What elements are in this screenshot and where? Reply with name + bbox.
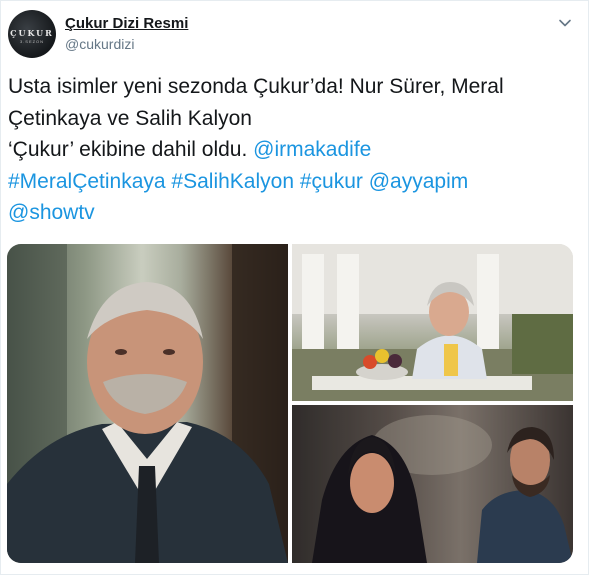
mention-ayyapim[interactable]: @ayyapim	[369, 170, 469, 193]
tweet-line-2: Çetinkaya ve Salih Kalyon	[8, 106, 252, 130]
media-grid	[7, 244, 573, 563]
tweet-text: Usta isimler yeni sezonda Çukur’da! Nur …	[8, 71, 578, 229]
photo-nur-surer[interactable]	[292, 244, 573, 401]
photo-meral-cetinkaya[interactable]	[292, 405, 573, 563]
avatar-logo-subtext: 3.SEZON	[19, 39, 45, 44]
tweet-line-1: Usta isimler yeni sezonda Çukur’da! Nur …	[8, 75, 504, 98]
tweet-line-4: #MeralÇetinkaya #SalihKalyon #çukur @ayy…	[8, 166, 578, 198]
tweet-line-5: @showtv	[8, 197, 578, 229]
hashtag-meralcetinkaya[interactable]: #MeralÇetinkaya	[8, 170, 166, 193]
tweet-line-3-text: ‘Çukur’ ekibine dahil oldu.	[8, 138, 254, 161]
photo-1-illustration	[7, 244, 288, 563]
display-name[interactable]: Çukur Dizi Resmi	[65, 15, 188, 32]
hashtag-cukur[interactable]: #çukur	[300, 170, 363, 193]
tweet-line-3: ‘Çukur’ ekibine dahil oldu. @irmakadife	[8, 134, 578, 166]
avatar[interactable]: ÇUKUR 3.SEZON	[8, 10, 56, 58]
photo-3-illustration	[292, 405, 573, 563]
chevron-down-icon[interactable]	[557, 15, 573, 31]
photo-salih-kalyon[interactable]	[7, 244, 288, 563]
hashtag-salihkalyon[interactable]: #SalihKalyon	[171, 170, 294, 193]
mention-irmakadife[interactable]: @irmakadife	[253, 138, 371, 161]
tweet-card: ÇUKUR 3.SEZON Çukur Dizi Resmi @cukurdiz…	[0, 0, 589, 575]
mention-showtv[interactable]: @showtv	[8, 201, 95, 224]
photo-2-illustration	[292, 244, 573, 401]
user-handle[interactable]: @cukurdizi	[65, 36, 134, 52]
avatar-logo-text: ÇUKUR	[10, 28, 54, 38]
